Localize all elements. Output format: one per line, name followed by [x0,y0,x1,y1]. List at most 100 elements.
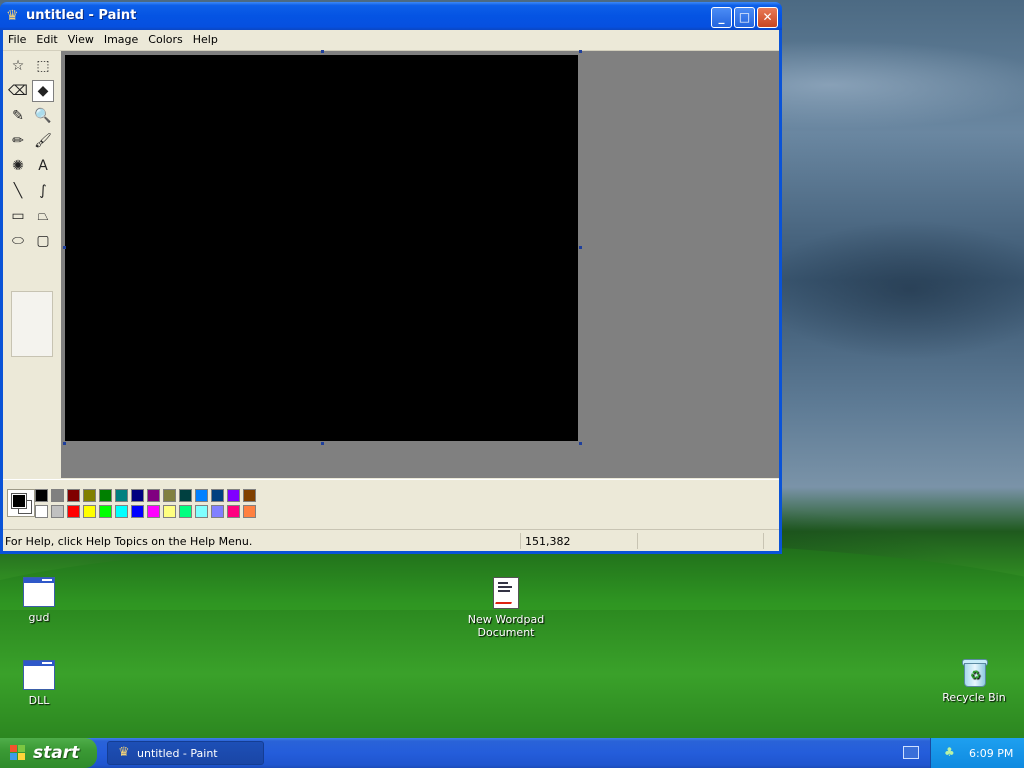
color-swatch[interactable] [115,489,128,502]
menu-edit[interactable]: Edit [31,30,62,46]
wordpad-document-icon [493,577,519,609]
paint-app-icon: ♛ [118,745,130,760]
desktop-icon-gud[interactable]: gud [0,577,84,624]
color-swatch[interactable] [227,505,240,518]
window-file-icon [23,660,55,690]
polygon-tool-icon[interactable]: ⏢ [32,205,54,227]
windows-logo-icon [10,745,26,761]
close-button[interactable]: ✕ [757,7,778,28]
color-swatch[interactable] [147,489,160,502]
color-swatch[interactable] [163,505,176,518]
rounded-rectangle-tool-icon[interactable]: ▢ [32,230,54,252]
desktop-icon-label: gud [28,611,50,624]
fill-with-color-tool-icon[interactable]: ◆ [32,80,54,102]
brush-tool-icon[interactable]: 🖌 [32,130,54,152]
color-swatch[interactable] [211,489,224,502]
color-swatch[interactable] [227,489,240,502]
curve-tool-icon[interactable]: ∫ [32,180,54,202]
color-swatch[interactable] [131,505,144,518]
wallpaper-cloud [760,220,1024,360]
resize-handle[interactable] [321,442,324,445]
status-divider [520,533,521,549]
resize-handle[interactable] [321,50,324,53]
color-swatch[interactable] [35,489,48,502]
status-message: For Help, click Help Topics on the Help … [5,535,253,548]
rectangle-tool-icon[interactable]: ▭ [7,205,29,227]
color-swatch[interactable] [211,505,224,518]
color-swatch[interactable] [67,489,80,502]
desktop-icon-label: Recycle Bin [942,691,1006,704]
airbrush-tool-icon[interactable]: ✺ [7,155,29,177]
paint-window: ♛ untitled - Paint _ □ ✕ File Edit View Ima… [0,2,782,554]
cursor-coordinates: 151,382 [525,535,571,548]
canvas-scroll-area [61,50,779,478]
color-swatch[interactable] [83,489,96,502]
desktop-icon-label: New Wordpad Document [467,613,545,639]
free-form-select-tool-icon[interactable]: ☆ [7,55,29,77]
drawing-canvas[interactable] [65,55,578,441]
resize-handle[interactable] [579,442,582,445]
color-swatch[interactable] [99,505,112,518]
color-swatch[interactable] [115,505,128,518]
select-tool-icon[interactable]: ⬚ [32,55,54,77]
taskbar-item-label: untitled - Paint [137,747,218,760]
color-swatch[interactable] [67,505,80,518]
color-swatch[interactable] [51,489,64,502]
resize-handle[interactable] [579,50,582,53]
start-button[interactable]: start [0,738,97,768]
color-swatch[interactable] [179,489,192,502]
color-swatch[interactable] [51,505,64,518]
title-bar[interactable]: ♛ untitled - Paint _ □ ✕ [0,2,782,30]
color-swatch[interactable] [99,489,112,502]
window-title: untitled - Paint [26,8,137,23]
text-tool-icon[interactable]: A [32,155,54,177]
menu-image[interactable]: Image [99,30,143,46]
color-swatch[interactable] [243,489,256,502]
paint-app-icon[interactable]: ♛ [6,8,20,24]
menu-colors[interactable]: Colors [143,30,187,46]
line-tool-icon[interactable]: ╲ [7,180,29,202]
pencil-tool-icon[interactable]: ✏ [7,130,29,152]
status-bar: For Help, click Help Topics on the Help … [3,529,779,551]
color-swatch[interactable] [179,505,192,518]
pick-color-tool-icon[interactable]: ✎ [7,105,29,127]
keyboard-icon[interactable] [903,746,919,759]
color-swatch[interactable] [243,505,256,518]
desktop-icon-new-wordpad-document[interactable]: New Wordpad Document [461,577,551,639]
menu-bar: File Edit View Image Colors Help [3,30,779,51]
system-tray: ♣ 6:09 PM [930,738,1024,768]
resize-handle[interactable] [63,246,66,249]
color-swatch[interactable] [195,489,208,502]
foreground-color [11,493,27,509]
tool-options-panel[interactable] [11,291,53,357]
resize-handle[interactable] [63,442,66,445]
color-swatch[interactable] [195,505,208,518]
desktop-icon-dll[interactable]: DLL [0,660,84,707]
menu-help[interactable]: Help [188,30,223,46]
taskbar: start ♛ untitled - Paint ♣ 6:09 PM [0,738,1024,768]
color-swatch[interactable] [163,489,176,502]
color-swatch[interactable] [83,505,96,518]
toolbox: ☆ ⬚ ⌫ ◆ ✎ 🔍 ✏ 🖌 ✺ A ╲ ∫ ▭ ⏢ ⬭ ▢ [3,51,59,481]
taskbar-item-paint[interactable]: ♛ untitled - Paint [107,741,264,765]
resize-handle[interactable] [579,246,582,249]
eraser-tool-icon[interactable]: ⌫ [7,80,29,102]
color-swatch[interactable] [131,489,144,502]
clock[interactable]: 6:09 PM [969,747,1013,760]
ellipse-tool-icon[interactable]: ⬭ [7,230,29,252]
menu-view[interactable]: View [63,30,99,46]
network-icon[interactable]: ♣ [944,745,955,759]
desktop-icon-label: DLL [28,694,50,707]
menu-file[interactable]: File [3,30,31,46]
desktop-icon-recycle-bin[interactable]: ♻ Recycle Bin [929,657,1019,704]
color-swatch[interactable] [35,505,48,518]
window-client-area: File Edit View Image Colors Help ☆ ⬚ ⌫ ◆ ✎ 🔍 ✏ 🖌 ✺ A ╲ ∫… [3,30,779,551]
current-colors[interactable] [7,489,35,517]
maximize-button[interactable]: □ [734,7,755,28]
magnifier-tool-icon[interactable]: 🔍 [32,105,54,127]
color-swatch[interactable] [147,505,160,518]
start-label: start [33,743,80,763]
minimize-button[interactable]: _ [711,7,732,28]
status-divider [637,533,638,549]
color-box [3,479,779,528]
